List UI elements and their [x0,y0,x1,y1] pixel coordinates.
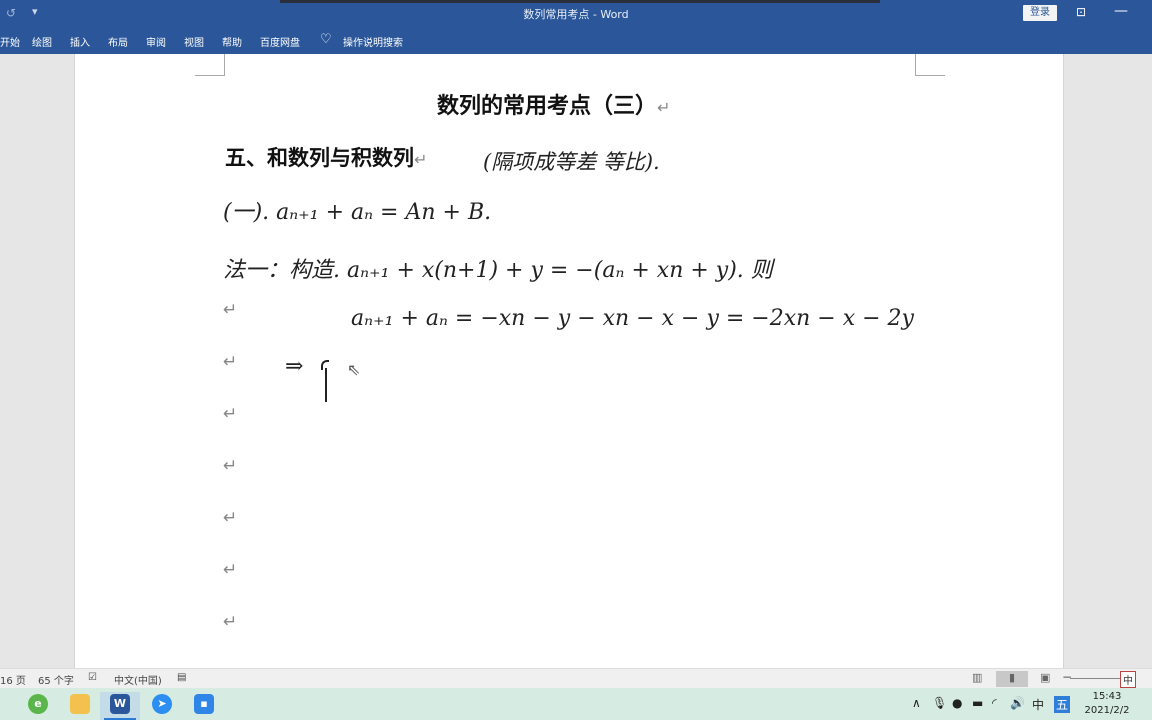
paragraph-mark: ↵ [657,98,671,117]
taskbar-feishu[interactable]: ➤ [142,692,182,720]
macro-icon[interactable]: ▤ [177,672,186,683]
paragraph-mark: ↵ [223,456,238,476]
margin-corner-top-left [195,54,225,76]
web-layout-icon[interactable]: ▣ [1040,671,1050,684]
tab-layout[interactable]: 布局 [108,34,128,49]
print-layout-icon[interactable]: ▮ [996,671,1028,687]
taskbar-word[interactable]: W [100,692,140,720]
tab-review[interactable]: 审阅 [146,34,166,49]
taskbar-calendar[interactable]: ▪ [184,692,224,720]
show-hidden-icons-chevron[interactable]: ∧ [912,696,921,710]
section-heading-text: 五、和数列与积数列 [225,146,414,170]
tray-ime-indicator[interactable]: 中 [1032,696,1044,713]
paragraph-mark: ↵ [223,560,238,580]
window-title: 数列常用考点 - Word [523,8,629,21]
zoom-out-icon[interactable]: − [1062,670,1072,684]
language-indicator[interactable]: 中文(中国) [114,672,162,687]
taskbar-ie-browser[interactable]: e [18,692,58,720]
mouse-pointer-icon: ⇖ [347,360,361,379]
title-strip [280,0,880,3]
tab-help[interactable]: 帮助 [222,34,242,49]
read-mode-icon[interactable]: ▥ [972,671,982,684]
handwritten-implies: ⇒ [285,354,304,379]
paragraph-mark: ↵ [223,612,238,632]
clock-time: 15:43 [1092,691,1122,702]
handwritten-note: (隔项成等差 等比). [483,150,660,174]
microphone-icon[interactable]: 🎙 [932,696,947,710]
minimize-icon[interactable]: — [1114,3,1128,19]
wifi-icon[interactable]: ◜ [992,696,997,710]
handwritten-brace [319,360,329,402]
proofing-icon[interactable]: ☑ [88,672,97,683]
tab-draw[interactable]: 绘图 [32,34,52,49]
lightbulb-icon: ♡ [320,32,332,47]
calendar-icon: ▪ [194,694,214,714]
brace-stem [325,368,327,402]
page-count[interactable]: 16 页 [0,672,26,687]
ime-indicator[interactable]: 中 [1120,671,1136,688]
paragraph-mark: ↵ [223,508,238,528]
word-count[interactable]: 65 个字 [38,672,74,687]
paragraph-mark: ↵ [414,150,428,169]
ribbon-display-options-icon[interactable]: ⊡ [1076,5,1086,19]
word-icon: W [110,694,130,714]
section-heading: 五、和数列与积数列↵ [225,142,427,172]
battery-icon[interactable]: ▬ [972,696,983,710]
paragraph-mark: ↵ [223,300,238,320]
clock[interactable]: 15:43 2021/2/2 [1082,690,1132,718]
clock-date: 2021/2/2 [1084,705,1130,716]
tab-insert[interactable]: 插入 [70,34,90,49]
tab-view[interactable]: 视图 [184,34,204,49]
paragraph-mark: ↵ [223,352,238,372]
qq-icon[interactable]: ● [952,696,962,710]
paragraph-mark: ↵ [223,404,238,424]
tell-me-search[interactable]: 操作说明搜索 [343,34,403,49]
zoom-slider[interactable] [1070,678,1120,679]
taskbar-file-explorer[interactable] [60,692,100,720]
login-button[interactable]: 登录 [1023,5,1057,21]
tab-baidu-netdisk[interactable]: 百度网盘 [260,34,300,49]
document-title: 数列的常用考点（三）↵ [437,88,670,120]
document-title-text: 数列的常用考点（三） [437,94,658,119]
handwritten-line-1: (一). aₙ₊₁ + aₙ = An + B. [223,200,492,225]
handwritten-line-2: 法一：构造. aₙ₊₁ + x(n+1) + y = −(aₙ + xn + y… [223,258,773,283]
handwritten-line-3: aₙ₊₁ + aₙ = −xn − y − xn − x − y = −2xn … [351,306,914,331]
document-page[interactable]: 数列的常用考点（三）↵ 五、和数列与积数列↵ (隔项成等差 等比). (一). … [74,54,1064,668]
tab-home[interactable]: 开始 [0,34,20,49]
ribbon-tabs: 开始 绘图 插入 布局 审阅 视图 帮助 百度网盘 ♡ 操作说明搜索 [0,28,1152,54]
folder-icon [70,694,90,714]
paper-plane-icon: ➤ [152,694,172,714]
margin-corner-top-right [915,54,945,76]
volume-icon[interactable]: 🔊 [1010,696,1025,710]
taskbar: e W ➤ ▪ ∧ 🎙 ● ▬ ◜ 🔊 中 五 15:43 2021/2/2 [0,688,1152,720]
status-bar: 16 页 65 个字 ☑ 中文(中国) ▤ ▥ ▮ ▣ − 中 [0,668,1152,688]
title-bar: ↺ ▾ 数列常用考点 - Word 登录 ⊡ — [0,0,1152,28]
wubi-input-icon[interactable]: 五 [1054,696,1071,713]
ie-browser-icon: e [28,694,48,714]
